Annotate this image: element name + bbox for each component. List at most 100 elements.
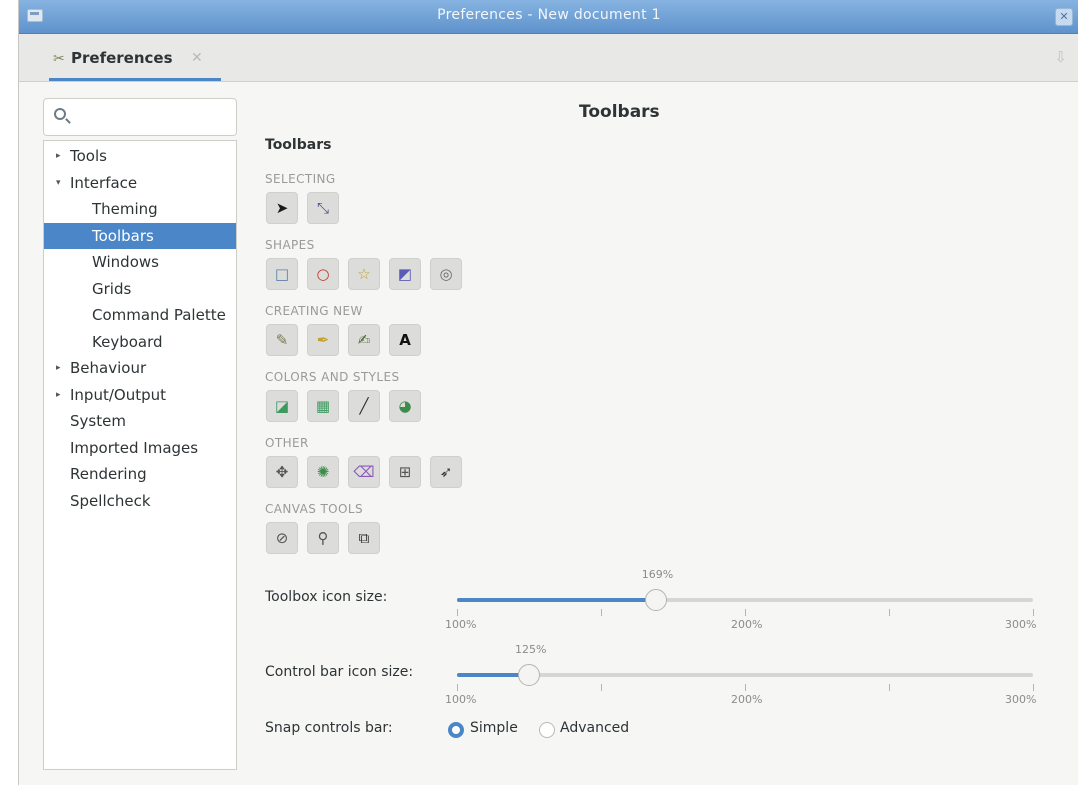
toolbox-icon-size-slider[interactable]	[457, 598, 1033, 602]
node-editor-toggle-button[interactable]: ⤡	[307, 192, 339, 224]
tree-item-interface[interactable]: ▾ Interface	[44, 170, 236, 196]
slider-tick	[457, 684, 458, 691]
spray-toggle-button[interactable]: ✺	[307, 456, 339, 488]
slider-tick-label: 100%	[445, 693, 477, 706]
preferences-window: Preferences - New document 1 ✕ ✂ Prefere…	[18, 0, 1078, 785]
slider-tick	[1033, 684, 1034, 691]
tree-item-label: Keyboard	[92, 332, 163, 351]
slider-tick-label: 200%	[731, 618, 763, 631]
collapsed-arrow-icon[interactable]: ▸	[56, 355, 61, 381]
dock-icon[interactable]: ⇩	[1054, 48, 1067, 66]
tree-item-toolbars[interactable]: Toolbars	[44, 222, 236, 249]
zoom-toggle-button[interactable]: ⚲	[307, 522, 339, 554]
preferences-content: ▸ Tools ▾ Interface Theming Toolbars Windows Gr…	[19, 82, 1078, 785]
tree-item-spellcheck[interactable]: Spellcheck	[44, 488, 236, 514]
tree-item-label: System	[70, 412, 126, 430]
slider-tick-label: 100%	[445, 618, 477, 631]
preferences-icon: ✂	[53, 51, 65, 67]
snap-controls-label: Snap controls bar:	[265, 720, 393, 736]
tree-item-label: Rendering	[70, 465, 147, 483]
group-label-creating-new: CREATING NEW	[265, 304, 363, 318]
star-toggle-button[interactable]: ☆	[348, 258, 380, 290]
radio-simple[interactable]	[448, 722, 464, 738]
tab-preferences-label: Preferences	[71, 49, 173, 67]
tree-item-label: Interface	[70, 173, 138, 192]
collapsed-arrow-icon[interactable]: ▸	[56, 382, 61, 408]
mesh-icon: ▦	[315, 397, 331, 415]
gradient-icon: ◪	[274, 397, 290, 415]
slider-handle[interactable]	[644, 589, 667, 611]
rectangle-toggle-button[interactable]: □	[266, 258, 298, 290]
ellipse-toggle-button[interactable]: ○	[307, 258, 339, 290]
radio-advanced-label[interactable]: Advanced	[560, 720, 629, 736]
box3d-toggle-button[interactable]: ◩	[389, 258, 421, 290]
collapsed-arrow-icon[interactable]: ▸	[56, 143, 61, 169]
paint-bucket-toggle-button[interactable]: ◕	[389, 390, 421, 422]
tree-item-label: Tools	[70, 147, 107, 165]
node-editor-icon: ⤡	[316, 199, 329, 217]
tree-item-label: Spellcheck	[70, 491, 151, 510]
slider-handle[interactable]	[518, 664, 540, 686]
tree-item-label: Input/Output	[70, 385, 166, 404]
tree-item-grids[interactable]: Grids	[44, 276, 236, 302]
tree-item-imported-images[interactable]: Imported Images	[44, 435, 236, 461]
text-toggle-button[interactable]: A	[389, 324, 421, 356]
radio-simple-label[interactable]: Simple	[470, 720, 518, 736]
tree-item-windows[interactable]: Windows	[44, 249, 236, 275]
lpe-tool-icon: ➶	[439, 463, 453, 481]
calligraphy-toggle-button[interactable]: ✍	[348, 324, 380, 356]
pen-toggle-button[interactable]: ✒	[307, 324, 339, 356]
group-label-selecting: SELECTING	[265, 172, 336, 186]
toolbox-icon-size-label: Toolbox icon size:	[265, 589, 388, 605]
search-input[interactable]	[76, 105, 230, 131]
tweak-toggle-button[interactable]: ✥	[266, 456, 298, 488]
spray-icon: ✺	[316, 463, 330, 481]
tab-close-icon[interactable]: ✕	[191, 50, 203, 66]
search-box[interactable]	[43, 98, 237, 136]
measure-toggle-button[interactable]: ⊘	[266, 522, 298, 554]
text-icon: A	[399, 331, 411, 349]
expanded-arrow-icon[interactable]: ▾	[56, 170, 61, 196]
selector-arrow-toggle-button[interactable]: ➤	[266, 192, 298, 224]
tree-item-theming[interactable]: Theming	[44, 196, 236, 222]
pencil-toggle-button[interactable]: ✎	[266, 324, 298, 356]
eraser-icon: ⌫	[353, 463, 375, 481]
gradient-toggle-button[interactable]: ◪	[266, 390, 298, 422]
paint-bucket-icon: ◕	[398, 397, 412, 415]
connector-toggle-button[interactable]: ⊞	[389, 456, 421, 488]
tree-item-rendering[interactable]: Rendering	[44, 461, 236, 487]
control-bar-icon-size-slider[interactable]	[457, 673, 1033, 677]
slider-tick-label: 200%	[731, 693, 763, 706]
page-title: Toolbars	[579, 102, 660, 122]
group-label-canvas-tools: CANVAS TOOLS	[265, 502, 363, 516]
radio-advanced[interactable]	[539, 722, 555, 738]
tree-item-behaviour[interactable]: ▸ Behaviour	[44, 355, 236, 381]
selector-arrow-icon: ➤	[275, 199, 289, 217]
slider-tick	[1033, 609, 1034, 616]
spiral-toggle-button[interactable]: ◎	[430, 258, 462, 290]
tree-item-command-palette[interactable]: Command Palette	[44, 302, 236, 328]
tab-preferences[interactable]: ✂ Preferences ✕	[33, 34, 223, 82]
tree-item-keyboard[interactable]: Keyboard	[44, 329, 236, 355]
tree-item-label: Windows	[92, 253, 159, 271]
tree-item-input-output[interactable]: ▸ Input/Output	[44, 382, 236, 408]
ellipse-icon: ○	[316, 265, 330, 283]
tree-item-label: Imported Images	[70, 438, 199, 457]
pages-toggle-button[interactable]: ⧉	[348, 522, 380, 554]
dropper-toggle-button[interactable]: ╱	[348, 390, 380, 422]
tree-item-tools[interactable]: ▸ Tools	[44, 143, 236, 169]
pages-icon: ⧉	[358, 529, 370, 547]
search-icon	[54, 108, 66, 120]
lpe-tool-toggle-button[interactable]: ➶	[430, 456, 462, 488]
group-label-colors-and-styles: COLORS AND STYLES	[265, 370, 400, 384]
slider-tick	[889, 684, 890, 691]
tree-item-label: Grids	[92, 279, 132, 298]
eraser-toggle-button[interactable]: ⌫	[348, 456, 380, 488]
group-label-other: OTHER	[265, 436, 309, 450]
mesh-toggle-button[interactable]: ▦	[307, 390, 339, 422]
tree-item-system[interactable]: System	[44, 408, 236, 434]
window-close-button[interactable]: ✕	[1055, 8, 1073, 26]
slider-tick	[601, 684, 602, 691]
connector-icon: ⊞	[398, 463, 412, 481]
title-bar[interactable]: Preferences - New document 1 ✕	[19, 0, 1078, 34]
